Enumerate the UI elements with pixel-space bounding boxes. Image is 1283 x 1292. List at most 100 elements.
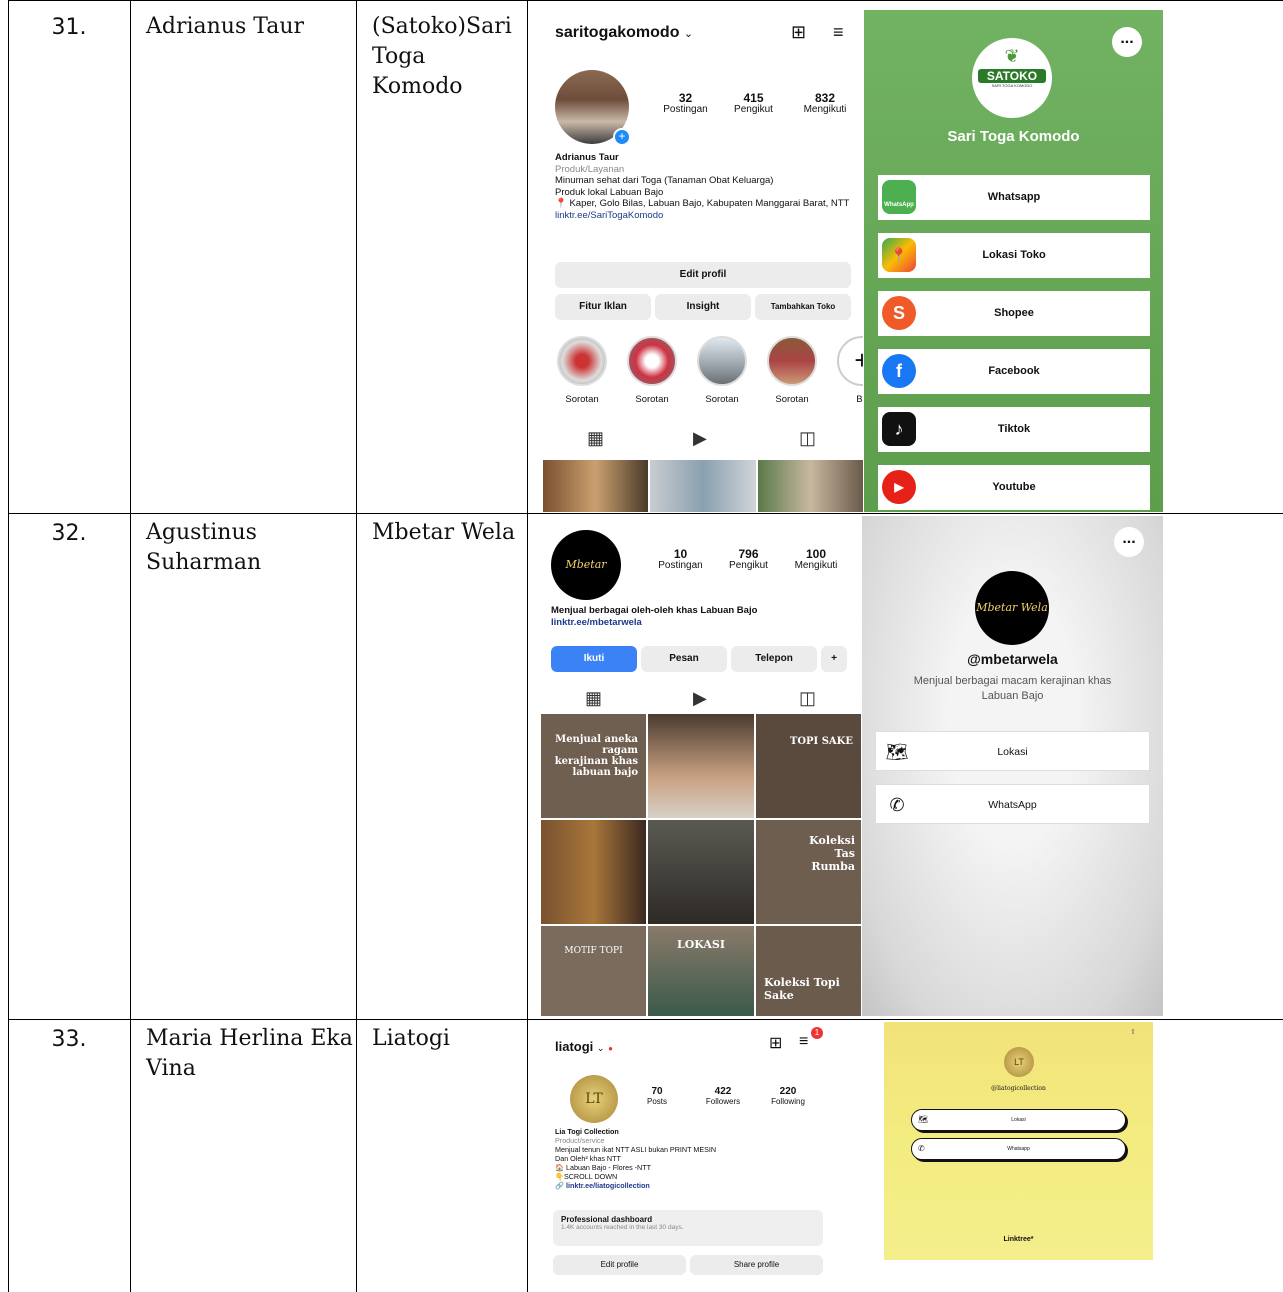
post-thumbnail[interactable]	[543, 460, 648, 512]
post-thumbnail[interactable]: TOPI SAKE	[756, 714, 861, 818]
following-count[interactable]: 100 Mengikuti	[786, 548, 846, 572]
follow-button[interactable]: Ikuti	[551, 646, 637, 672]
notification-badge: 1	[811, 1027, 823, 1039]
profile-bio: Menjual berbagai oleh-oleh khas Labuan B…	[551, 605, 851, 628]
bio-link[interactable]: linktr.ee/mbetarwela	[551, 617, 851, 629]
insight-button[interactable]: Insight	[655, 294, 751, 320]
bio-line: Menjual berbagai oleh-oleh khas Labuan B…	[551, 605, 758, 616]
grid-icon[interactable]: ▦	[585, 688, 602, 709]
followers-count[interactable]: 796 Pengikut	[721, 548, 776, 572]
plus-square-icon[interactable]: ⊞	[769, 1033, 782, 1053]
post-thumbnail[interactable]: MOTIF TOPI	[541, 926, 646, 1016]
add-person-icon[interactable]: +	[821, 646, 847, 672]
facebook-icon: f	[882, 354, 916, 388]
linktree-screenshot: ... ❦ SATOKO SARI TOGA KOMODO Sari Toga …	[864, 10, 1163, 512]
avatar[interactable]: Mbetar Wela	[551, 530, 621, 600]
bio-link[interactable]: 🔗 linktr.ee/liatogicollection	[555, 1181, 831, 1190]
whatsapp-icon: WhatsApp	[882, 180, 916, 214]
owner-name: Maria Herlina Eka Vina	[146, 1026, 353, 1081]
menu-icon[interactable]: ≡	[799, 1033, 808, 1051]
bio-line: 📍 Kaper, Golo Bilas, Labuan Bajo, Kabupa…	[555, 198, 850, 209]
link-youtube[interactable]: ▶ Youtube	[878, 465, 1150, 510]
link-whatsapp[interactable]: WhatsApp Whatsapp	[878, 175, 1150, 220]
link-location[interactable]: 🗺 Lokasi	[911, 1109, 1126, 1131]
reels-icon[interactable]: ▶	[693, 688, 707, 709]
column-border	[356, 0, 357, 1292]
tagged-icon[interactable]: ◫	[799, 428, 816, 449]
bio-line: 👇SCROLL DOWN	[555, 1172, 618, 1181]
logo-text: SATOKO	[978, 69, 1046, 83]
edit-profile-button[interactable]: Edit profil	[555, 262, 851, 288]
new-highlight[interactable]: +Ba	[835, 336, 863, 405]
instagram-screenshot: Mbetar Wela 10Postingan 796Pengikut 100M…	[541, 516, 861, 1016]
bio-name: Lia Togi Collection	[555, 1127, 619, 1136]
add-story-icon[interactable]: +	[613, 128, 631, 146]
link-tiktok[interactable]: ♪ Tiktok	[878, 407, 1150, 452]
profile-title: Sari Toga Komodo	[947, 128, 1080, 145]
professional-dashboard[interactable]: Professional dashboard 1.4K accounts rea…	[553, 1210, 823, 1246]
tagged-icon[interactable]: ◫	[799, 688, 816, 709]
posts-count: 32 Postingan	[663, 91, 708, 115]
share-icon[interactable]: ⇧	[1130, 1028, 1136, 1036]
ig-username: liatogi ⌄ ●	[555, 1039, 613, 1054]
dashboard-title: Professional dashboard	[561, 1215, 653, 1224]
column-border	[527, 0, 528, 1292]
highlight[interactable]: Sorotan	[625, 336, 679, 405]
phone-button[interactable]: Telepon	[731, 646, 817, 672]
business-name: Liatogi	[372, 1026, 450, 1051]
linktree-handle: @liatogicollection	[991, 1085, 1046, 1092]
followers-count[interactable]: 415 Pengikut	[726, 92, 781, 116]
link-whatsapp[interactable]: ✆ WhatsApp	[875, 784, 1150, 824]
following-count[interactable]: 832 Mengikuti	[795, 92, 855, 116]
post-thumbnail[interactable]	[758, 460, 863, 512]
grid-icon[interactable]: ▦	[587, 428, 604, 449]
link-facebook[interactable]: f Facebook	[878, 349, 1150, 394]
more-options-icon[interactable]: ...	[1114, 527, 1144, 557]
shopee-icon: S	[882, 296, 916, 330]
ads-button[interactable]: Fitur Iklan	[555, 294, 651, 320]
business-name: Mbetar Wela	[372, 520, 516, 545]
brand-logo: Mbetar Wela	[975, 571, 1049, 645]
reels-icon[interactable]: ▶	[693, 428, 707, 449]
highlight[interactable]: Sorotan	[555, 336, 609, 405]
post-thumbnail[interactable]: Koleksi Topi Sake	[756, 926, 861, 1016]
bio-link[interactable]: linktr.ee/SariTogaKomodo	[555, 210, 855, 222]
followers-count[interactable]: 422 Followers	[698, 1087, 748, 1107]
link-location[interactable]: 🗺 Lokasi	[875, 731, 1150, 771]
message-button[interactable]: Pesan	[641, 646, 727, 672]
logo-subtext: SARI TOGA KOMODO	[991, 83, 1033, 88]
post-thumbnail[interactable]	[648, 820, 754, 924]
more-options-icon[interactable]: ...	[1112, 27, 1142, 57]
add-shop-button[interactable]: Tambahkan Toko	[755, 294, 851, 320]
post-thumbnail[interactable]: Koleksi Tas Rumba	[756, 820, 861, 924]
bio-category: Product/service	[555, 1136, 605, 1145]
following-count[interactable]: 220 Following	[763, 1087, 813, 1107]
edit-profile-button[interactable]: Edit profile	[553, 1255, 686, 1275]
highlight[interactable]: Sorotan	[695, 336, 749, 405]
bio-line: Dan Oleh² khas NTT	[555, 1154, 621, 1163]
plus-square-icon[interactable]: ⊞	[791, 22, 806, 43]
instagram-screenshot: saritogakomodo ⌄ ⊞ ≡ + 32 Postingan 415 Pe…	[543, 10, 863, 512]
row-border	[8, 513, 1283, 514]
link-whatsapp[interactable]: ✆ Whatsapp	[911, 1138, 1126, 1160]
post-thumbnail[interactable]: Menjual aneka ragam kerajinan khas labua…	[541, 714, 646, 818]
link-shopee[interactable]: S Shopee	[878, 291, 1150, 336]
link-location[interactable]: 📍 Lokasi Toko	[878, 233, 1150, 278]
avatar[interactable]: LT	[570, 1075, 618, 1123]
youtube-icon: ▶	[882, 470, 916, 504]
row-number: 31.	[51, 15, 87, 40]
linktree-screenshot: ⇧ LT @liatogicollection 🗺 Lokasi ✆ Whatsap…	[884, 1022, 1153, 1260]
post-thumbnail[interactable]	[650, 460, 756, 512]
map-icon: 🗺	[885, 742, 909, 762]
post-thumbnail[interactable]	[648, 714, 754, 818]
post-thumbnail[interactable]: LOKASI	[648, 926, 754, 1016]
ig-username: saritogakomodo ⌄	[555, 24, 694, 41]
linktree-footer: Linktree*	[1003, 1236, 1034, 1243]
data-table: 31. Adrianus Taur (Satoko)Sari Toga Komo…	[0, 0, 1283, 1292]
post-thumbnail[interactable]	[541, 820, 646, 924]
menu-icon[interactable]: ≡	[833, 22, 844, 43]
share-profile-button[interactable]: Share profile	[690, 1255, 823, 1275]
linktree-screenshot: ... Mbetar Wela @mbetarwela Menjual berb…	[862, 516, 1163, 1016]
highlight[interactable]: Sorotan	[765, 336, 819, 405]
maps-icon: 📍	[882, 238, 916, 272]
